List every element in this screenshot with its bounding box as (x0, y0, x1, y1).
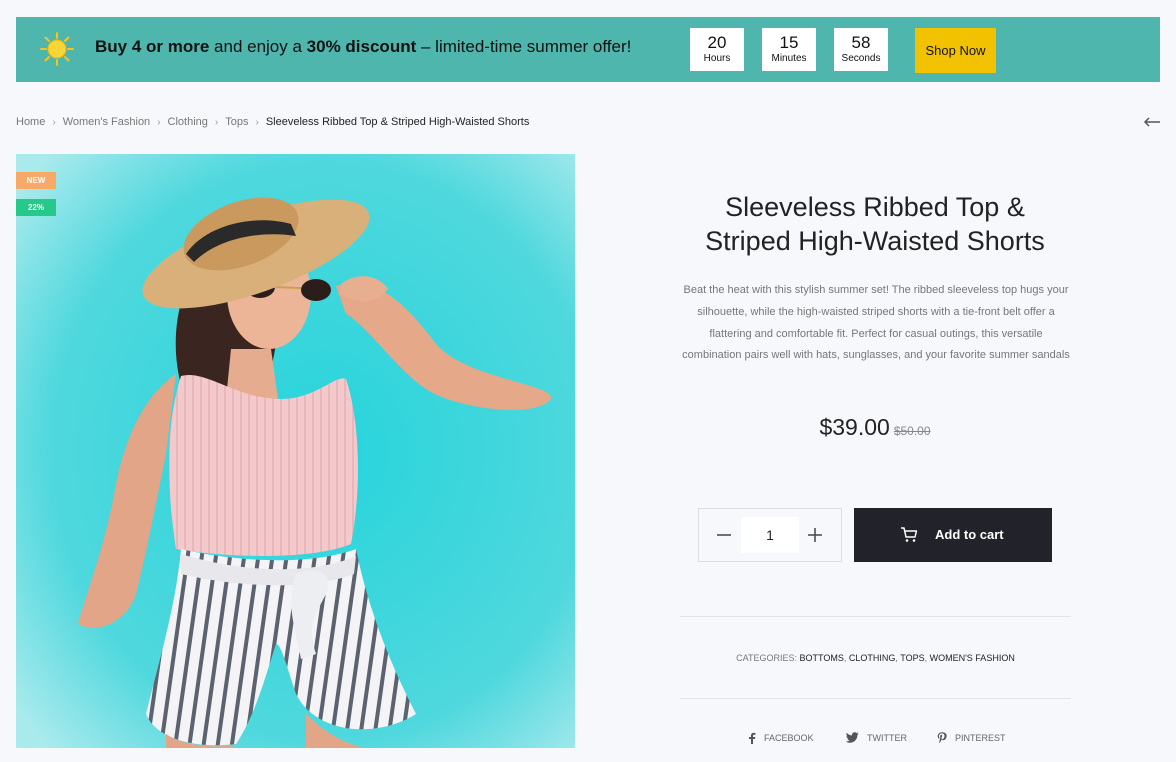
countdown-value: 15 (779, 33, 799, 52)
product-title: Sleeveless Ribbed Top & Striped High-Wai… (705, 192, 1045, 256)
divider (680, 698, 1071, 699)
chevron-right-icon: › (52, 117, 56, 128)
back-arrow-icon[interactable] (1143, 114, 1161, 130)
twitter-icon (846, 732, 859, 743)
countdown-value: 20 (707, 33, 727, 52)
divider (680, 616, 1071, 617)
product-description: Beat the heat with this stylish summer s… (682, 284, 1070, 362)
countdown-label: Minutes (771, 53, 807, 64)
breadcrumb-home[interactable]: Home (16, 116, 45, 128)
categories-label: CATEGORIES: (736, 653, 800, 663)
quantity-stepper (698, 508, 842, 562)
increase-quantity-button[interactable] (803, 523, 827, 547)
cart-icon (901, 527, 918, 542)
facebook-label: FACEBOOK (764, 733, 814, 743)
countdown-hours: 20 Hours (690, 28, 744, 71)
promo-text-part: – limited-time summer offer! (416, 37, 632, 56)
share-twitter-link[interactable]: TWITTER (846, 732, 907, 743)
product-photo (16, 154, 575, 748)
product-image[interactable] (16, 154, 575, 748)
discount-badge: 22% (16, 199, 56, 216)
breadcrumb: Home › Women's Fashion › Clothing › Tops › Sleev… (16, 116, 529, 128)
countdown-label: Seconds (841, 53, 881, 64)
original-price: $50.00 (893, 424, 931, 438)
shop-now-button[interactable]: Shop Now (915, 28, 996, 73)
breadcrumb-clothing[interactable]: Clothing (168, 116, 208, 128)
pinterest-label: PINTEREST (955, 733, 1006, 743)
countdown-minutes: 15 Minutes (762, 28, 816, 71)
minus-icon (717, 534, 731, 536)
promo-banner: Buy 4 or more and enjoy a 30% discount –… (16, 17, 1160, 82)
new-badge: NEW (16, 172, 56, 189)
promo-highlight-discount: 30% discount (306, 37, 417, 56)
share-pinterest-link[interactable]: PINTEREST (937, 732, 1006, 744)
decrease-quantity-button[interactable] (712, 523, 736, 547)
promo-text-part: and enjoy a (209, 37, 307, 56)
countdown-seconds: 58 Seconds (834, 28, 888, 71)
chevron-right-icon: › (255, 117, 259, 128)
share-facebook-link[interactable]: FACEBOOK (748, 732, 814, 744)
category-link-tops[interactable]: TOPS (900, 653, 924, 663)
breadcrumb-womens-fashion[interactable]: Women's Fashion (63, 116, 151, 128)
category-link-clothing[interactable]: CLOTHING (849, 653, 896, 663)
promo-highlight-quantity: Buy 4 or more (95, 37, 210, 56)
add-to-cart-button[interactable]: Add to cart (854, 508, 1052, 562)
sun-icon (40, 32, 74, 66)
price-row: $39.00 $50.00 (680, 414, 1070, 441)
chevron-right-icon: › (157, 117, 161, 128)
pinterest-icon (937, 732, 947, 744)
plus-icon (808, 528, 822, 542)
category-link-womens-fashion[interactable]: WOMEN'S FASHION (930, 653, 1015, 663)
chevron-right-icon: › (214, 117, 219, 128)
twitter-label: TWITTER (867, 732, 907, 743)
breadcrumb-tops[interactable]: Tops (225, 116, 248, 128)
add-to-cart-label: Add to cart (935, 527, 1004, 542)
facebook-icon (749, 732, 756, 744)
current-price: $39.00 (819, 414, 890, 440)
product-categories: CATEGORIES: BOTTOMS, CLOTHING, TOPS, WOM… (736, 653, 1015, 663)
countdown-label: Hours (703, 53, 731, 64)
breadcrumb-current: Sleeveless Ribbed Top & Striped High-Wai… (265, 116, 530, 128)
countdown-value: 58 (851, 33, 871, 52)
category-link-bottoms[interactable]: BOTTOMS (800, 653, 844, 663)
quantity-input[interactable] (741, 517, 799, 553)
promo-text: Buy 4 or more and enjoy a 30% discount –… (95, 17, 631, 82)
